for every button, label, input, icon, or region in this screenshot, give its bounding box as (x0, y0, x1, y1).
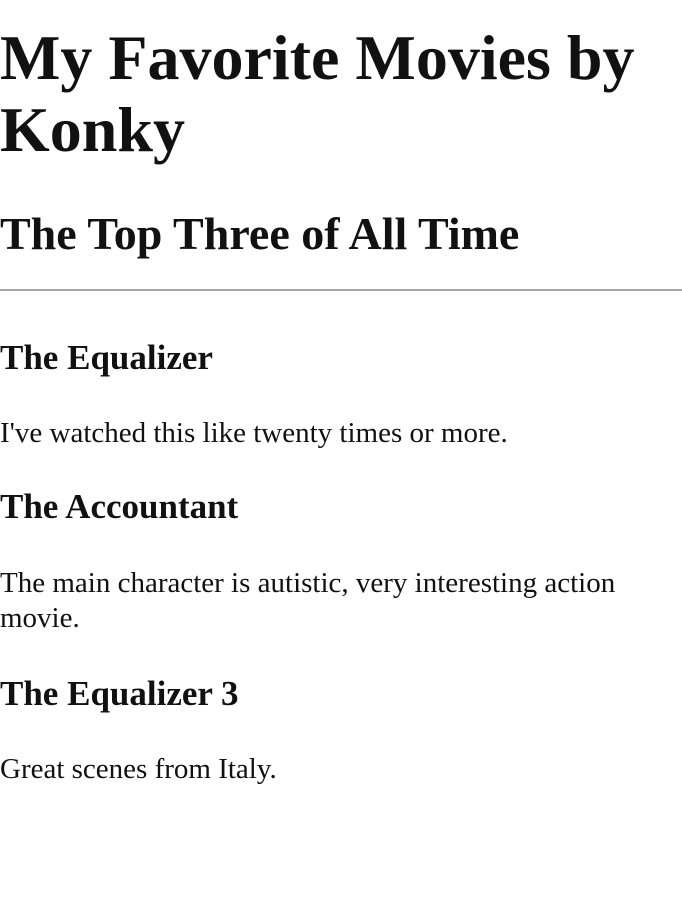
movie-title: The Accountant (0, 487, 239, 526)
movie-description: Great scenes from Italy. (0, 753, 277, 785)
movie-title: The Equalizer (0, 338, 213, 377)
movie-description: The main character is autistic, very int… (0, 567, 616, 634)
movie-description: I've watched this like twenty times or m… (0, 417, 508, 449)
page-subtitle: The Top Three of All Time (0, 208, 520, 259)
movie-title: The Equalizer 3 (0, 674, 239, 713)
divider (0, 289, 682, 291)
page-title: My Favorite Movies by Konky (0, 22, 635, 165)
page: My Favorite Movies by Konky The Top Thre… (0, 0, 682, 921)
